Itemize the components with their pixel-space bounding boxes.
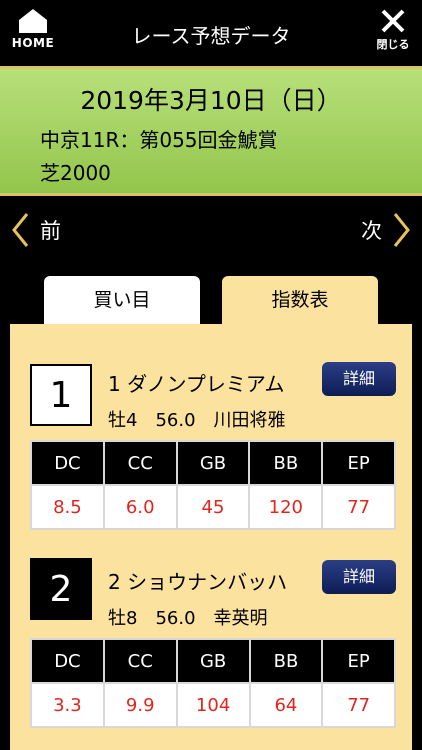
index-table: DC CC GB BB EP 8.5 6.0 45 120 77 [30, 440, 396, 530]
index-value: 3.3 [32, 684, 103, 726]
page-title: レース予想データ [131, 24, 291, 48]
app-header: HOME レース予想データ 閉じる [0, 0, 422, 66]
close-icon [381, 9, 405, 33]
col-header: GB [177, 640, 249, 682]
home-button[interactable]: HOME [8, 8, 58, 60]
home-icon [19, 9, 47, 33]
index-value: 45 [177, 486, 249, 528]
index-value: 77 [323, 486, 394, 528]
chevron-left-icon [12, 213, 29, 247]
horse-name: 2 ショウナンバッハ [108, 570, 288, 594]
index-value: 104 [177, 684, 249, 726]
index-table-panel: 1 1 ダノンプレミアム 牡4 56.0 川田将雅 詳細 DC CC GB BB… [10, 324, 412, 750]
close-button[interactable]: 閉じる [370, 8, 416, 60]
race-course: 芝2000 [40, 161, 111, 185]
home-label: HOME [11, 36, 55, 50]
col-header: EP [323, 442, 394, 484]
index-value: 6.0 [104, 486, 176, 528]
race-name: 中京11R：第055回金鯱賞 [40, 128, 278, 152]
col-header: BB [250, 442, 322, 484]
col-header: DC [32, 442, 103, 484]
tab-index[interactable]: 指数表 [222, 276, 378, 324]
col-header: BB [250, 640, 322, 682]
tab-buy[interactable]: 買い目 [44, 276, 200, 324]
close-label: 閉じる [376, 38, 410, 51]
prev-label: 前 [40, 219, 61, 243]
index-value: 120 [250, 486, 322, 528]
horse-detail: 牡8 56.0 幸英明 [108, 608, 268, 629]
race-info-panel: 2019年3月10日（日） 中京11R：第055回金鯱賞 芝2000 [0, 66, 422, 196]
col-header: CC [104, 442, 176, 484]
col-header: GB [177, 442, 249, 484]
race-date: 2019年3月10日（日） [80, 86, 342, 115]
col-header: DC [32, 640, 103, 682]
horse-number: 2 [30, 558, 92, 620]
index-value: 9.9 [104, 684, 176, 726]
horse-name: 1 ダノンプレミアム [108, 372, 285, 396]
horse-detail: 牡4 56.0 川田将雅 [108, 410, 286, 431]
race-navigation: 前 次 [0, 196, 422, 268]
index-value: 77 [323, 684, 394, 726]
horse-number: 1 [30, 364, 92, 426]
prev-race-button[interactable]: 前 [10, 210, 61, 250]
chevron-right-icon [393, 213, 410, 247]
next-race-button[interactable]: 次 [361, 210, 412, 250]
detail-button[interactable]: 詳細 [322, 362, 396, 396]
index-value: 8.5 [32, 486, 103, 528]
next-label: 次 [361, 219, 382, 243]
detail-button[interactable]: 詳細 [322, 560, 396, 594]
col-header: CC [104, 640, 176, 682]
col-header: EP [323, 640, 394, 682]
index-value: 64 [250, 684, 322, 726]
index-table: DC CC GB BB EP 3.3 9.9 104 64 77 [30, 638, 396, 728]
